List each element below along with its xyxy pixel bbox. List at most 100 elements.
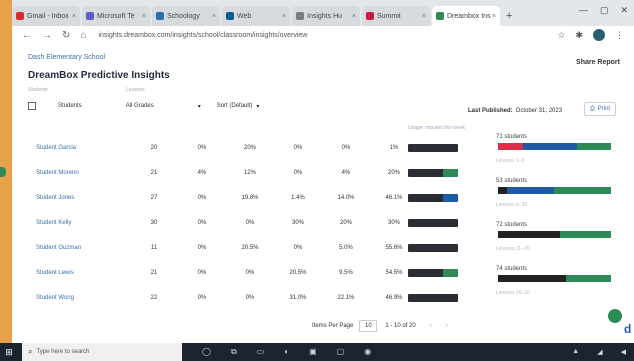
- student-name-link[interactable]: Student Wong: [36, 295, 74, 301]
- table-cell: 46.1%: [385, 195, 403, 201]
- table-row[interactable]: Student Lewis 21 0% 0% 20.5% 9.5% 54.5%: [12, 269, 458, 290]
- taskbar-app-icon[interactable]: ▭: [257, 347, 265, 357]
- section-label-students: Students: [28, 87, 48, 93]
- print-button[interactable]: ⎙ Print: [584, 102, 616, 116]
- tab-favicon-icon: [156, 12, 164, 20]
- tab-close-icon[interactable]: ×: [352, 13, 356, 20]
- table-cell: 0%: [293, 170, 303, 176]
- dreambox-logo-icon[interactable]: d: [624, 322, 631, 336]
- table-cell: 11: [150, 245, 158, 251]
- taskbar-app-icon[interactable]: ▢: [337, 347, 345, 357]
- table-cell: 55.6%: [385, 245, 403, 251]
- browser-tab[interactable]: Gmail - Inbox ×: [12, 6, 80, 26]
- usage-bar: [408, 169, 458, 177]
- extensions-icon[interactable]: ✱: [575, 30, 583, 41]
- star-icon[interactable]: ☆: [557, 30, 565, 41]
- table-cell: 0%: [197, 245, 207, 251]
- student-name-link[interactable]: Student Lewis: [36, 270, 74, 276]
- browser-tab[interactable]: Summit ×: [362, 6, 430, 26]
- table-cell: 20: [150, 145, 158, 151]
- browser-tab[interactable]: Schoology ×: [152, 6, 220, 26]
- share-report-button[interactable]: Share Report: [576, 59, 620, 66]
- tab-favicon-icon: [16, 12, 24, 20]
- chevron-down-icon[interactable]: ▾: [198, 103, 201, 110]
- tray-icon[interactable]: ◀: [621, 348, 626, 356]
- student-name-link[interactable]: Student Guzman: [36, 245, 81, 251]
- table-row[interactable]: Student Wong 22 0% 0% 31.0% 22.1% 46.9%: [12, 294, 458, 315]
- filter-grades[interactable]: All Grades: [126, 103, 154, 109]
- student-name-link[interactable]: Student Kelly: [36, 220, 71, 226]
- maximize-button[interactable]: ▢: [600, 5, 609, 16]
- profile-avatar[interactable]: [593, 29, 605, 41]
- start-button[interactable]: ⊞: [0, 343, 18, 361]
- column-header: Usage: minutes this week: [408, 125, 465, 131]
- lesson-progress-panel: 71 students Lessons 1–5 53 students Lessons…: [480, 134, 630, 310]
- close-button[interactable]: ✕: [620, 5, 628, 16]
- table-cell: 5.0%: [339, 245, 353, 251]
- tab-close-icon[interactable]: ×: [282, 13, 286, 20]
- chevron-down-icon[interactable]: ▾: [256, 103, 259, 110]
- tab-close-icon[interactable]: ×: [72, 13, 76, 20]
- table-cell: 0%: [197, 295, 207, 301]
- usage-bar: [408, 144, 458, 152]
- progress-segment: [554, 187, 611, 194]
- student-name-link[interactable]: Student Garcia: [36, 145, 76, 151]
- progress-segment: [498, 275, 566, 282]
- table-row[interactable]: Student Moreno 21 4% 12% 0% 4% 20%: [12, 169, 458, 190]
- new-tab-button[interactable]: +: [506, 6, 512, 26]
- minimize-button[interactable]: —: [579, 5, 588, 16]
- tab-favicon-icon: [366, 12, 374, 20]
- back-icon[interactable]: ←: [22, 30, 32, 41]
- table-row[interactable]: Student Garcia 20 0% 20% 0% 0% 1%: [12, 144, 458, 165]
- tab-close-icon[interactable]: ×: [212, 13, 216, 20]
- select-all-checkbox[interactable]: [28, 102, 36, 110]
- progress-segment: [498, 143, 523, 150]
- taskbar-app-icon[interactable]: ▣: [309, 347, 317, 357]
- sort-select[interactable]: Sort (Default): [217, 103, 253, 109]
- table-cell: 9.5%: [339, 270, 353, 276]
- tab-close-icon[interactable]: ×: [422, 13, 426, 20]
- page-title: DreamBox Predictive Insights: [28, 70, 170, 81]
- tab-close-icon[interactable]: ×: [142, 13, 146, 20]
- breadcrumb[interactable]: Dash Elementary School: [28, 54, 105, 61]
- menu-icon[interactable]: ⋮: [615, 30, 624, 41]
- next-page-icon[interactable]: ›: [446, 323, 448, 329]
- table-cell: 30%: [291, 220, 304, 226]
- filter-students[interactable]: Students: [58, 103, 82, 109]
- pagination: Items Per Page 10 1 - 10 of 20 ‹ ›: [312, 320, 448, 332]
- table-row[interactable]: Student Guzman 11 0% 20.5% 0% 5.0% 55.6%: [12, 244, 458, 265]
- tray-icon[interactable]: ▲: [572, 348, 579, 356]
- browser-tab[interactable]: Web ×: [222, 6, 290, 26]
- progress-segment: [507, 187, 555, 194]
- stacked-progress-bar: [498, 275, 611, 282]
- usage-bar: [408, 244, 458, 252]
- table-cell: 1%: [389, 145, 399, 151]
- browser-tab[interactable]: Microsoft Te ×: [82, 6, 150, 26]
- system-tray: ▲ ◢ ◀: [572, 348, 626, 356]
- table-cell: 1.4%: [291, 195, 305, 201]
- taskbar-search[interactable]: ⌕ Type here to search: [22, 343, 182, 361]
- browser-tab[interactable]: Insights Hu ×: [292, 6, 360, 26]
- prev-page-icon[interactable]: ‹: [430, 323, 432, 329]
- home-icon[interactable]: ⌂: [80, 30, 86, 41]
- lesson-group-count: 71 students: [496, 134, 528, 140]
- table-cell: 20%: [387, 170, 400, 176]
- taskbar-app-icon[interactable]: ◐: [284, 347, 289, 357]
- table-row[interactable]: Student Jones 27 0% 19.8% 1.4% 14.0% 46.1%: [12, 194, 458, 215]
- address-bar[interactable]: insights.dreambox.com/insights/school/cl…: [98, 32, 307, 39]
- table-cell: 12%: [243, 170, 256, 176]
- table-cell: 0%: [197, 270, 207, 276]
- taskbar-app-icon[interactable]: ◯: [202, 347, 211, 357]
- chat-bubble-icon[interactable]: [608, 309, 622, 323]
- items-per-page-select[interactable]: 10: [359, 320, 378, 332]
- taskbar-app-icon[interactable]: ⧉: [231, 347, 237, 357]
- reload-icon[interactable]: ↻: [62, 30, 70, 41]
- taskbar-app-icon[interactable]: ◉: [364, 347, 371, 357]
- tab-close-icon[interactable]: ×: [492, 13, 496, 20]
- student-name-link[interactable]: Student Jones: [36, 195, 74, 201]
- table-row[interactable]: Student Kelly 30 0% 0% 30% 20% 30%: [12, 219, 458, 240]
- student-name-link[interactable]: Student Moreno: [36, 170, 79, 176]
- tray-icon[interactable]: ◢: [597, 348, 602, 356]
- forward-icon[interactable]: →: [42, 30, 52, 41]
- browser-tab[interactable]: Dreambox Ins ×: [432, 6, 500, 26]
